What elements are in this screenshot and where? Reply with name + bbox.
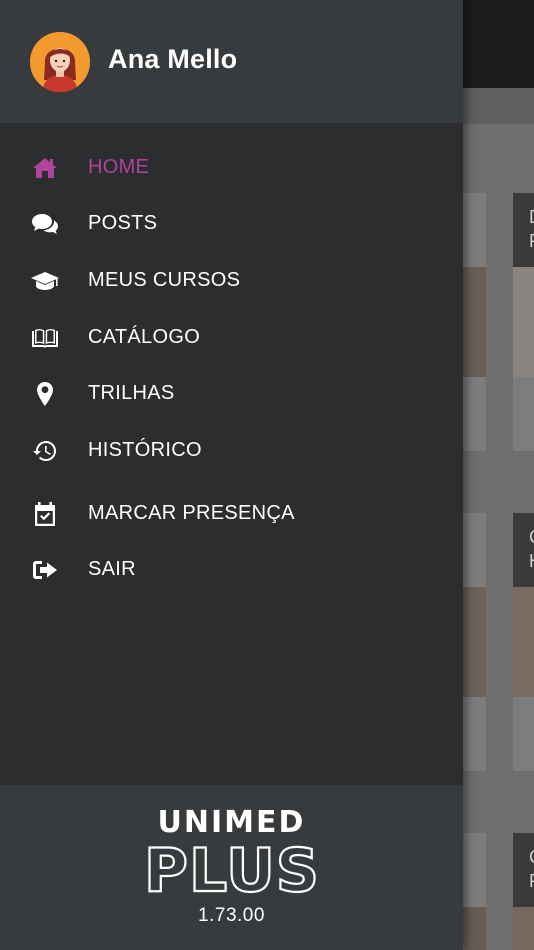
background-card (463, 833, 486, 950)
menu-item-label: POSTS (88, 212, 158, 234)
drawer-header: Ana Mello (0, 0, 463, 123)
menu-item-trilhas[interactable]: TRILHAS (0, 369, 463, 419)
menu-item-sair[interactable]: SAIR (0, 545, 463, 595)
open-book-icon (30, 324, 60, 352)
background-card-text: CP (529, 845, 534, 893)
app-version: 1.73.00 (198, 905, 265, 926)
home-icon (30, 154, 60, 182)
menu-item-label: CATÁLOGO (88, 326, 201, 348)
menu-item-home[interactable]: HOME (0, 143, 463, 193)
user-avatar[interactable] (30, 32, 90, 92)
menu-item-meus-cursos[interactable]: MEUS CURSOS (0, 256, 463, 306)
background-card (463, 513, 486, 771)
menu-item-catalogo[interactable]: CATÁLOGO (0, 313, 463, 363)
background-card: CH (513, 513, 534, 771)
background-card (463, 193, 486, 451)
menu-item-label: TRILHAS (88, 382, 175, 404)
background-card-text: DP (529, 205, 534, 253)
graduation-cap-icon (30, 267, 60, 295)
history-icon (30, 437, 60, 465)
menu-item-label: SAIR (88, 558, 136, 580)
menu-item-historico[interactable]: HISTÓRICO (0, 426, 463, 476)
calendar-check-icon (30, 500, 60, 528)
navigation-drawer: Ana Mello HOME POSTS MEUS CURSOS CATÁLOG… (0, 0, 463, 950)
background-card: CP (513, 833, 534, 950)
background-card: DP (513, 193, 534, 451)
background-search-strip (463, 88, 534, 124)
background-card-text: CH (529, 525, 534, 573)
drawer-footer: UNIMED PLUS 1.73.00 (0, 785, 463, 950)
menu-item-posts[interactable]: POSTS (0, 199, 463, 249)
comments-icon (30, 210, 60, 238)
logo-plus-outline: PLUS (147, 841, 317, 897)
avatar-illustration (30, 32, 90, 92)
menu-item-label: HOME (88, 156, 150, 178)
menu-item-label: MEUS CURSOS (88, 269, 241, 291)
sign-out-icon (30, 556, 60, 584)
logo-line-plus: PLUS (147, 841, 317, 897)
map-marker-icon (30, 380, 60, 408)
unimed-plus-logo: UNIMED PLUS (0, 805, 463, 898)
logo-line-unimed: UNIMED (157, 805, 306, 840)
user-name: Ana Mello (108, 44, 238, 74)
menu-item-marcar-presenca[interactable]: MARCAR PRESENÇA (0, 489, 463, 539)
menu-item-label: HISTÓRICO (88, 439, 202, 461)
menu-item-label: MARCAR PRESENÇA (88, 502, 295, 524)
